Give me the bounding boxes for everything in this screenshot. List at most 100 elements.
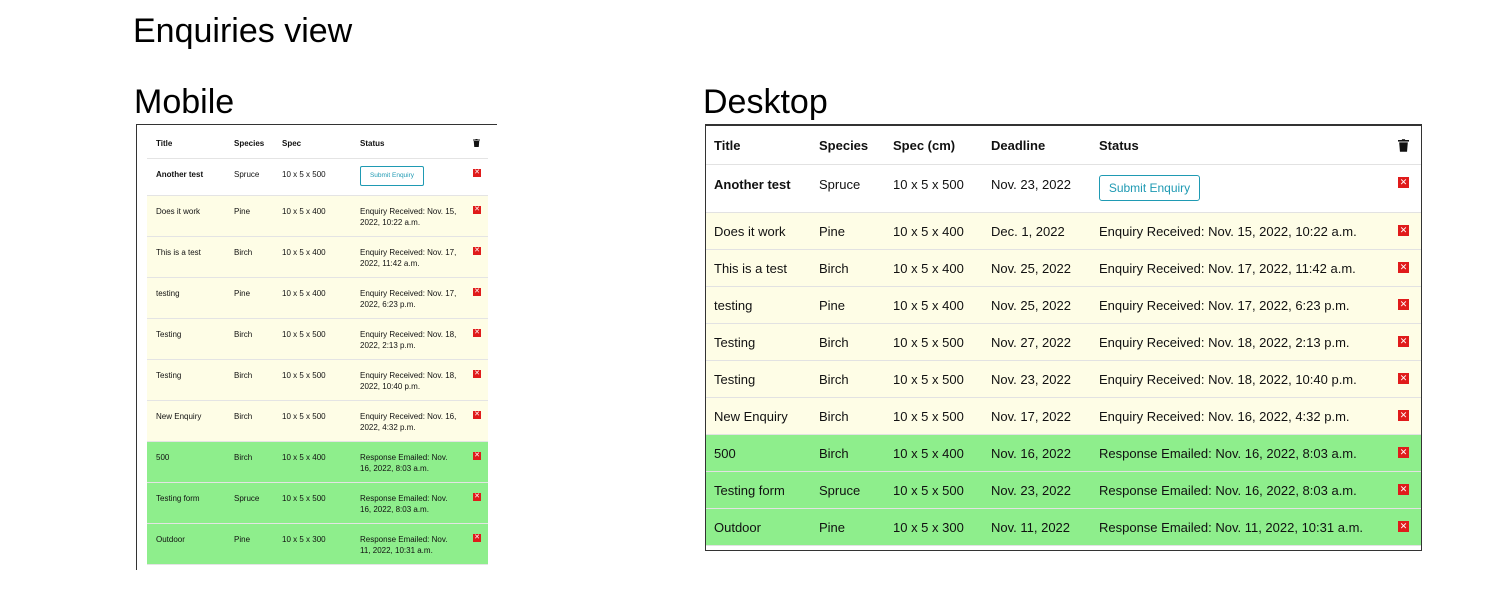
table-row: Testing Birch 10 x 5 x 500 Enquiry Received… <box>147 319 488 360</box>
row-status: Response Emailed: Nov. 11, 2022, 10:31 a… <box>1099 520 1364 535</box>
delete-x-icon[interactable]: ✕ <box>1398 177 1409 188</box>
row-title: New Enquiry <box>156 412 202 421</box>
delete-x-icon[interactable]: ✕ <box>473 411 481 419</box>
table-row: New Enquiry Birch 10 x 5 x 500 Nov. 17, 202… <box>706 398 1421 435</box>
desktop-section-label: Desktop <box>703 83 828 121</box>
row-species: Spruce <box>234 494 260 503</box>
row-status: Enquiry Received: Nov. 17, 2022, 6:23 p.… <box>360 289 457 309</box>
delete-x-icon[interactable]: ✕ <box>1398 336 1409 347</box>
delete-x-icon[interactable]: ✕ <box>1398 521 1409 532</box>
row-species: Pine <box>234 289 251 298</box>
row-title: Testing <box>156 330 182 339</box>
delete-x-icon[interactable]: ✕ <box>1398 410 1409 421</box>
table-row: Does it work Pine 10 x 5 x 400 Dec. 1, 2022… <box>706 213 1421 250</box>
row-title: This is a test <box>714 261 787 276</box>
row-spec: 10 x 5 x 500 <box>893 177 964 192</box>
row-status: Enquiry Received: Nov. 17, 2022, 6:23 p.… <box>1099 298 1350 313</box>
desktop-enquiries-table: Title Species Spec (cm) Deadline Status … <box>706 126 1421 546</box>
submit-enquiry-button[interactable]: Submit Enquiry <box>1099 175 1200 201</box>
mobile-preview: Title Species Spec Status Another test S… <box>136 124 497 570</box>
header-title: Title <box>714 138 741 153</box>
delete-x-icon[interactable]: ✕ <box>473 534 481 542</box>
table-row: New Enquiry Birch 10 x 5 x 500 Enquiry Rece… <box>147 401 488 442</box>
delete-x-icon[interactable]: ✕ <box>473 493 481 501</box>
row-species: Birch <box>819 446 849 461</box>
row-deadline: Nov. 27, 2022 <box>991 335 1071 350</box>
header-status: Status <box>1099 138 1139 153</box>
row-spec: 10 x 5 x 400 <box>282 289 326 298</box>
delete-x-icon[interactable]: ✕ <box>473 169 481 177</box>
row-species: Pine <box>234 207 251 216</box>
row-species: Birch <box>234 412 253 421</box>
table-row: Testing Birch 10 x 5 x 500 Enquiry Received… <box>147 360 488 401</box>
row-species: Birch <box>819 409 849 424</box>
delete-x-icon[interactable]: ✕ <box>473 247 481 255</box>
delete-x-icon[interactable]: ✕ <box>473 370 481 378</box>
row-title: 500 <box>714 446 736 461</box>
trash-icon <box>1398 139 1409 155</box>
row-species: Pine <box>234 535 251 544</box>
header-title: Title <box>156 139 173 148</box>
header-species: Species <box>819 138 869 153</box>
row-title: This is a test <box>156 248 201 257</box>
delete-x-icon[interactable]: ✕ <box>1398 262 1409 273</box>
row-species: Pine <box>819 520 846 535</box>
row-spec: 10 x 5 x 400 <box>282 248 326 257</box>
row-title: Testing <box>714 335 756 350</box>
row-spec: 10 x 5 x 500 <box>893 483 964 498</box>
row-species: Birch <box>234 330 253 339</box>
mobile-section-label: Mobile <box>134 83 235 121</box>
mobile-enquiries-table: Title Species Spec Status Another test S… <box>147 128 488 565</box>
delete-x-icon[interactable]: ✕ <box>473 206 481 214</box>
row-spec: 10 x 5 x 500 <box>893 409 964 424</box>
row-deadline: Nov. 25, 2022 <box>991 261 1071 276</box>
row-spec: 10 x 5 x 300 <box>282 535 326 544</box>
row-title: Does it work <box>714 224 786 239</box>
page-title: Enquiries view <box>133 12 353 50</box>
table-header-row: Title Species Spec (cm) Deadline Status <box>706 126 1421 165</box>
row-status: Enquiry Received: Nov. 17, 2022, 11:42 a… <box>1099 261 1356 276</box>
delete-x-icon[interactable]: ✕ <box>1398 447 1409 458</box>
frame-border <box>136 124 137 570</box>
row-status: Response Emailed: Nov. 16, 2022, 8:03 a.… <box>360 494 448 514</box>
row-spec: 10 x 5 x 500 <box>282 412 326 421</box>
row-spec: 10 x 5 x 500 <box>282 330 326 339</box>
table-row: Testing form Spruce 10 x 5 x 500 Nov. 23, 2… <box>706 472 1421 509</box>
table-row: Does it work Pine 10 x 5 x 400 Enquiry Rece… <box>147 196 488 237</box>
row-spec: 10 x 5 x 500 <box>282 170 326 179</box>
row-status: Response Emailed: Nov. 16, 2022, 8:03 a.… <box>360 453 448 473</box>
row-status: Enquiry Received: Nov. 18, 2022, 10:40 p… <box>360 371 457 391</box>
delete-x-icon[interactable]: ✕ <box>1398 299 1409 310</box>
row-status: Enquiry Received: Nov. 16, 2022, 4:32 p.… <box>1099 409 1350 424</box>
row-spec: 10 x 5 x 400 <box>282 207 326 216</box>
row-species: Spruce <box>819 483 861 498</box>
table-row: Testing Birch 10 x 5 x 500 Nov. 23, 2022 Enq… <box>706 361 1421 398</box>
trash-icon <box>473 139 480 149</box>
delete-x-icon[interactable]: ✕ <box>1398 225 1409 236</box>
delete-x-icon[interactable]: ✕ <box>1398 373 1409 384</box>
table-row: This is a test Birch 10 x 5 x 400 Nov. 25, … <box>706 250 1421 287</box>
row-deadline: Nov. 25, 2022 <box>991 298 1071 313</box>
delete-x-icon[interactable]: ✕ <box>473 452 481 460</box>
header-spec: Spec (cm) <box>893 138 956 153</box>
submit-enquiry-button[interactable]: Submit Enquiry <box>360 166 424 186</box>
row-title: Another test <box>714 177 791 192</box>
row-spec: 10 x 5 x 400 <box>893 261 964 276</box>
row-spec: 10 x 5 x 400 <box>282 453 326 462</box>
table-row: Another test Spruce 10 x 5 x 500 Submit … <box>147 159 488 196</box>
row-species: Birch <box>234 248 253 257</box>
delete-x-icon[interactable]: ✕ <box>1398 484 1409 495</box>
row-spec: 10 x 5 x 400 <box>893 224 964 239</box>
delete-x-icon[interactable]: ✕ <box>473 329 481 337</box>
table-row: 500 Birch 10 x 5 x 400 Nov. 16, 2022 Respons… <box>706 435 1421 472</box>
row-title: Does it work <box>156 207 201 216</box>
delete-x-icon[interactable]: ✕ <box>473 288 481 296</box>
row-status: Enquiry Received: Nov. 18, 2022, 2:13 p.… <box>360 330 457 350</box>
row-spec: 10 x 5 x 500 <box>893 372 964 387</box>
header-species: Species <box>234 139 265 148</box>
table-header-row: Title Species Spec Status <box>147 128 488 159</box>
row-species: Spruce <box>234 170 260 179</box>
row-status: Enquiry Received: Nov. 15, 2022, 10:22 a… <box>1099 224 1357 239</box>
row-status: Enquiry Received: Nov. 15, 2022, 10:22 a… <box>360 207 457 227</box>
row-title: Testing form <box>156 494 200 503</box>
